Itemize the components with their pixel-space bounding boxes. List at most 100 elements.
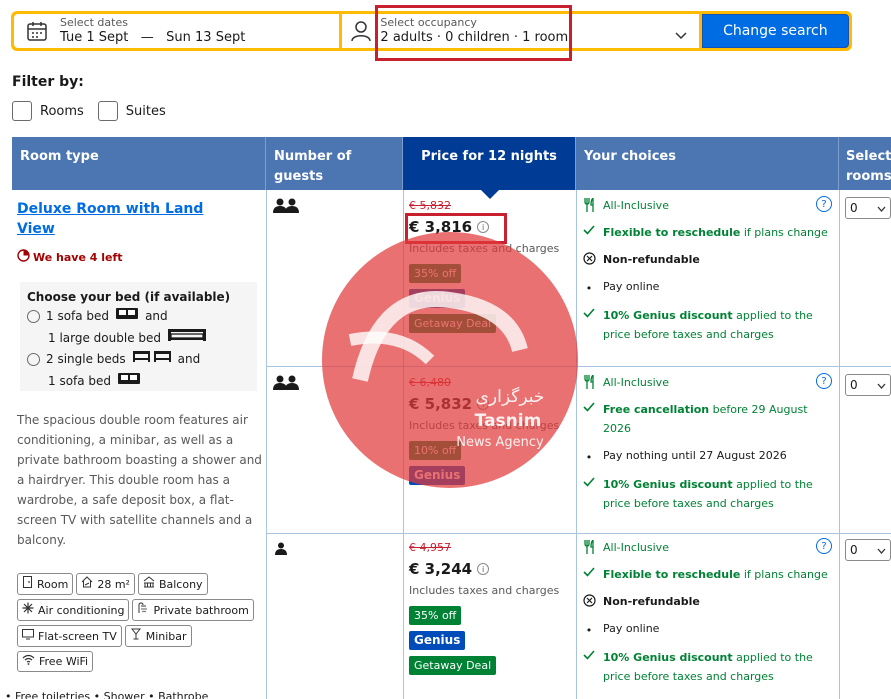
facility-label: Private bathroom bbox=[153, 603, 249, 617]
wifi-icon bbox=[22, 654, 35, 669]
facility-room: Room bbox=[17, 573, 74, 595]
help-icon[interactable]: ? bbox=[816, 538, 832, 554]
checkmark-icon bbox=[582, 567, 596, 577]
price-highlight-box bbox=[405, 213, 507, 244]
shower-icon bbox=[137, 602, 149, 618]
header-guests: Number of guests bbox=[266, 137, 403, 190]
discount-badge: 10% off bbox=[409, 441, 462, 460]
payment: • Pay nothing until 27 August 2026 bbox=[582, 446, 832, 467]
change-search-button[interactable]: Change search bbox=[701, 14, 849, 48]
checkmark-icon bbox=[582, 477, 596, 487]
select-value: 0 bbox=[850, 378, 858, 392]
genius-discount: 10% Genius discount applied to the price… bbox=[582, 475, 832, 513]
checkbox-box[interactable] bbox=[97, 101, 118, 121]
glass-icon bbox=[130, 628, 142, 644]
deal-badges: 35% off Genius Getaway Deal bbox=[409, 606, 559, 675]
bed-option-1-sofa: 1 sofa bed bbox=[46, 309, 110, 323]
refund-text: Non-refundable bbox=[603, 595, 700, 608]
radio-button[interactable] bbox=[27, 353, 40, 367]
non-refundable-icon bbox=[582, 594, 596, 607]
chevron-down-icon bbox=[877, 543, 886, 557]
clock-icon bbox=[17, 249, 30, 265]
genius-discount: 10% Genius discount applied to the price… bbox=[582, 306, 832, 344]
filter-rooms-checkbox[interactable]: Rooms bbox=[12, 101, 84, 121]
bullet-icon: • bbox=[585, 282, 593, 295]
choices-cell: All-Inclusive Free cancellation before 2… bbox=[582, 373, 832, 521]
facility-aircon: Air conditioning bbox=[17, 599, 130, 621]
price-cell: € 4,957 € 3,244 i Includes taxes and char… bbox=[409, 541, 559, 675]
occupancy-highlight-box bbox=[375, 5, 572, 61]
sofa-bed-icon bbox=[115, 306, 139, 328]
double-bed-icon bbox=[167, 328, 207, 350]
bed-choice-title: Choose your bed (if available) bbox=[27, 290, 231, 304]
column-divider bbox=[839, 190, 840, 699]
facility-label: Minibar bbox=[145, 629, 187, 643]
genius-bold: 10% Genius discount bbox=[603, 309, 733, 322]
deal-badges: 10% off Genius bbox=[409, 441, 559, 485]
chevron-down-icon bbox=[877, 378, 886, 392]
genius-badge: Genius bbox=[409, 289, 466, 308]
facility-size: 28 m² bbox=[76, 573, 135, 595]
date-picker[interactable]: Select dates Tue 1 Sept — Sun 13 Sept bbox=[14, 14, 340, 48]
bed-option-1-double: 1 large double bed bbox=[48, 330, 162, 345]
checkmark-icon bbox=[582, 225, 596, 235]
price-header-pointer bbox=[481, 190, 499, 199]
dates-value: Tue 1 Sept — Sun 13 Sept bbox=[60, 29, 245, 46]
chevron-down-icon bbox=[877, 201, 886, 215]
tax-note: Includes taxes and charges bbox=[409, 419, 560, 432]
deal-badges: 35% off Genius Getaway Deal bbox=[409, 264, 559, 333]
header-choices: Your choices bbox=[576, 137, 839, 190]
date-separator: — bbox=[140, 30, 154, 45]
room-quantity-select[interactable]: 0 bbox=[845, 197, 891, 219]
refund-policy: Non-refundable bbox=[582, 250, 832, 269]
policy-text: Flexible to reschedule if plans change bbox=[603, 565, 828, 584]
genius-discount-text: 10% Genius discount applied to the price… bbox=[603, 475, 813, 513]
meal-plan: All-Inclusive bbox=[582, 373, 832, 392]
bed-option-2-second: 1 sofa bed bbox=[27, 371, 250, 393]
room-quantity-select[interactable]: 0 bbox=[845, 374, 891, 396]
genius-discount-text: 10% Genius discount applied to the price… bbox=[603, 306, 813, 344]
bed-option-1-second: 1 large double bed bbox=[27, 328, 250, 350]
room-name-link[interactable]: Deluxe Room with Land View bbox=[17, 199, 217, 239]
balcony-icon bbox=[143, 576, 155, 592]
cutlery-icon bbox=[582, 540, 596, 554]
policy-rest: if plans change bbox=[740, 568, 828, 581]
bed-option-1[interactable]: 1 sofa bed and bbox=[27, 306, 250, 328]
help-icon[interactable]: ? bbox=[816, 373, 832, 389]
date-text: Select dates Tue 1 Sept — Sun 13 Sept bbox=[60, 16, 245, 46]
filter-suites-checkbox[interactable]: Suites bbox=[97, 101, 166, 121]
policy-rest: if plans change bbox=[740, 226, 828, 239]
info-icon[interactable]: i bbox=[477, 398, 490, 410]
facility-bathroom: Private bathroom bbox=[132, 599, 254, 621]
header-select: Select rooms bbox=[846, 149, 891, 184]
checkbox-box[interactable] bbox=[12, 101, 32, 121]
column-divider bbox=[576, 190, 577, 699]
door-icon bbox=[22, 576, 33, 592]
room-description: The spacious double room features air co… bbox=[17, 413, 262, 547]
checkmark-icon bbox=[582, 402, 596, 412]
bed-option-2[interactable]: 2 single beds and bbox=[27, 349, 250, 371]
filter-options: Rooms Suites bbox=[12, 101, 166, 121]
check-in-date: Tue 1 Sept bbox=[60, 30, 129, 45]
header-room-type: Room type bbox=[12, 137, 266, 190]
info-icon[interactable]: i bbox=[477, 563, 490, 575]
policy-text: Flexible to reschedule if plans change bbox=[603, 223, 828, 242]
price-value: € 3,244 bbox=[409, 560, 473, 578]
facility-label: Free WiFi bbox=[39, 655, 89, 668]
tax-note: Includes taxes and charges bbox=[409, 584, 560, 597]
guests-icon-one bbox=[274, 541, 288, 560]
snowflake-icon bbox=[22, 602, 34, 618]
facility-label: 28 m² bbox=[97, 577, 130, 591]
checkmark-icon bbox=[582, 308, 596, 318]
filter-suites-label: Suites bbox=[125, 103, 166, 119]
getaway-deal-badge: Getaway Deal bbox=[409, 656, 497, 675]
facility-label: Balcony bbox=[158, 577, 203, 591]
non-refundable-icon bbox=[582, 252, 596, 265]
choices-cell: All-Inclusive Flexible to reschedule if … bbox=[582, 538, 832, 694]
meal-plan-text: All-Inclusive bbox=[603, 541, 669, 554]
meal-plan-text: All-Inclusive bbox=[603, 199, 669, 212]
bed-choice-box: Choose your bed (if available) 1 sofa be… bbox=[20, 282, 257, 391]
room-quantity-select[interactable]: 0 bbox=[845, 539, 891, 561]
help-icon[interactable]: ? bbox=[816, 196, 832, 212]
radio-button[interactable] bbox=[27, 310, 40, 324]
